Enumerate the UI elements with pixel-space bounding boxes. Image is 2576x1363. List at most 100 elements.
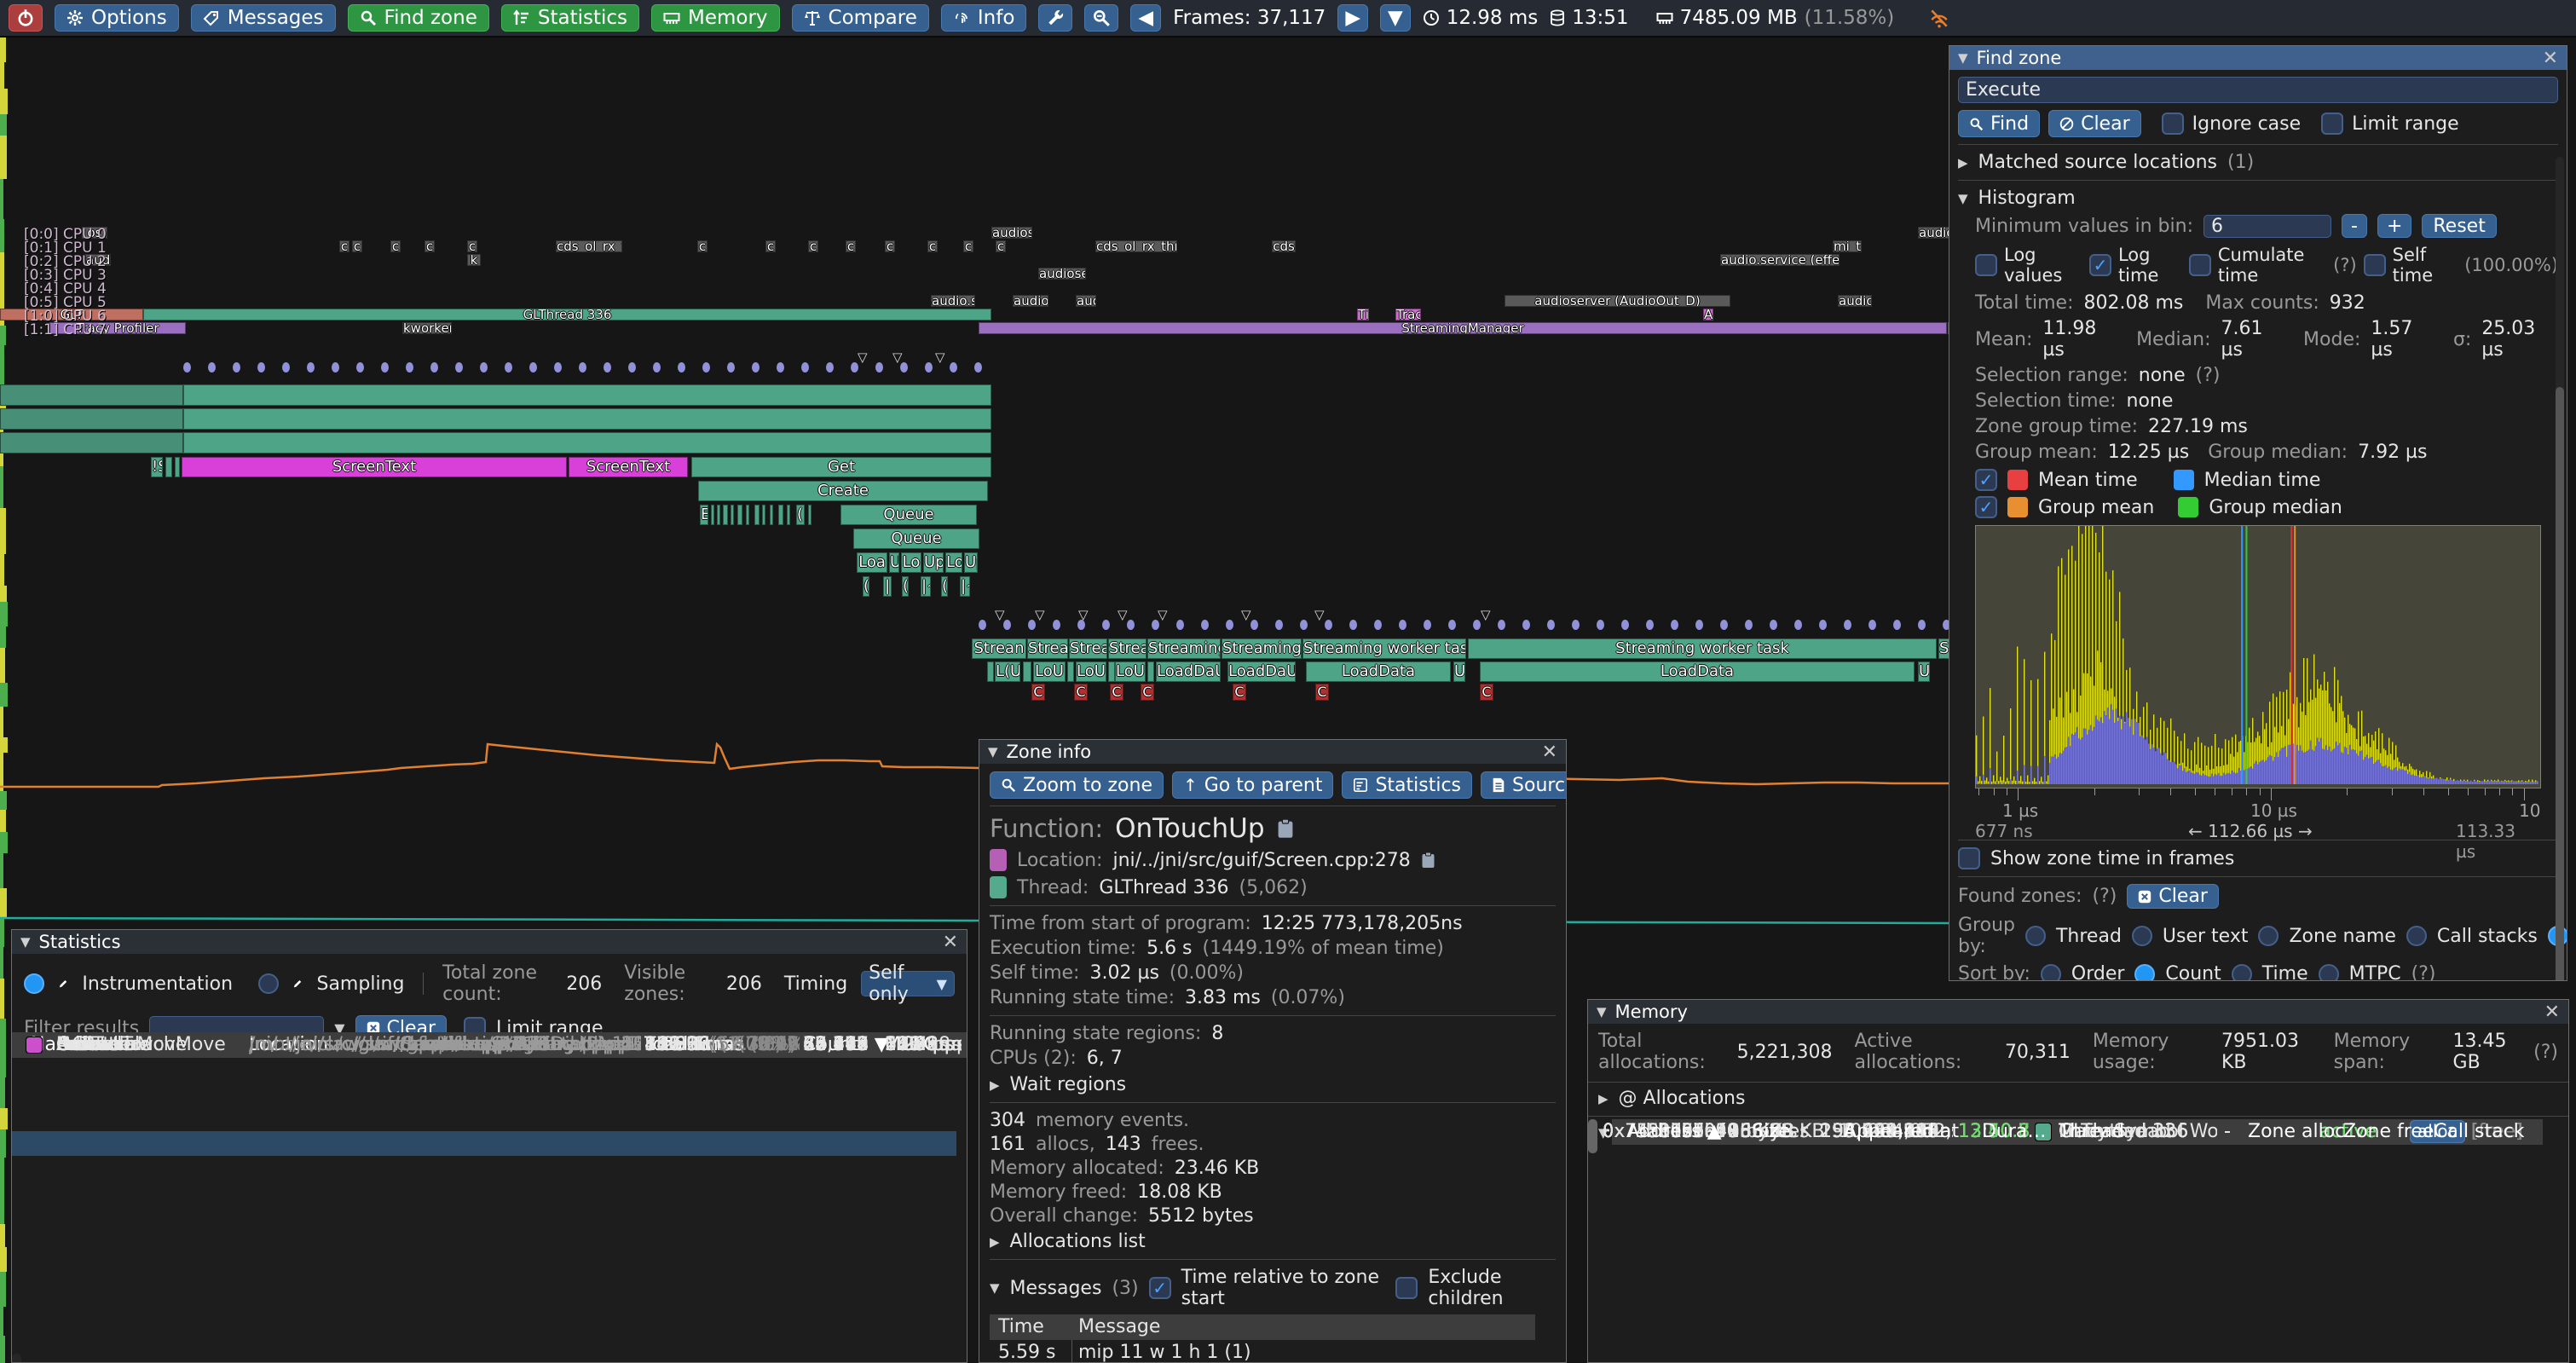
cpu-zone[interactable]: audio xyxy=(1838,295,1872,307)
frame-bar[interactable] xyxy=(0,1057,6,1077)
options-button[interactable]: Options xyxy=(55,4,179,32)
sample-dot[interactable] xyxy=(1522,620,1530,630)
cpu-zone[interactable]: aud xyxy=(1076,295,1096,307)
sample-dot[interactable] xyxy=(579,362,586,373)
expand-icon[interactable]: ▶ xyxy=(990,1234,1000,1250)
sample-dot[interactable] xyxy=(851,362,858,373)
messages-col-time[interactable]: Time xyxy=(998,1314,1044,1340)
context-switch-marker[interactable]: ▽ xyxy=(1118,607,1128,622)
allocation-row[interactable]: 0x74a9d37040186.35 KB295,999,844ns13:50.… xyxy=(1588,1153,2519,1178)
collapse-icon[interactable]: ▼ xyxy=(990,1280,1000,1296)
cpu-zone[interactable]: Ti xyxy=(1357,309,1369,321)
cpu-zone[interactable]: audio. xyxy=(1013,295,1048,307)
zone[interactable]: Up xyxy=(964,552,978,573)
zoom-tool-button[interactable] xyxy=(1084,4,1118,32)
frame-bar[interactable] xyxy=(0,1336,5,1363)
statistics-titlebar[interactable]: ▼Statistics✕ xyxy=(12,930,967,954)
zone[interactable] xyxy=(1147,661,1154,682)
cpu-zone[interactable]: mi_t xyxy=(1833,240,1862,252)
frame-bar[interactable] xyxy=(0,1210,4,1224)
close-icon[interactable]: ✕ xyxy=(2543,48,2558,69)
sample-dot[interactable] xyxy=(678,362,685,373)
zone[interactable]: Strear xyxy=(1027,638,1068,659)
sample-dot[interactable] xyxy=(233,362,240,373)
collapse-icon[interactable]: ▼ xyxy=(1958,191,1968,206)
group-by-radio-user-text[interactable] xyxy=(2132,926,2152,946)
sort-by-radio-time[interactable] xyxy=(2232,964,2252,982)
bin-reset-button[interactable]: Reset xyxy=(2422,214,2496,238)
cpu-zone[interactable]: k xyxy=(467,254,481,266)
sample-dot[interactable] xyxy=(1448,620,1456,630)
log-values-checkbox[interactable] xyxy=(1975,254,1997,276)
allocation-row[interactable]: 0x7553b9fa9016 bytes153,722,396ns13:50.8… xyxy=(1588,1326,2519,1351)
frame-bar[interactable] xyxy=(0,683,8,707)
context-switch-marker[interactable]: ▽ xyxy=(1158,607,1168,622)
scrollbar-track[interactable] xyxy=(2556,157,2564,977)
zone[interactable]: Streaming xyxy=(1147,638,1221,659)
zone[interactable] xyxy=(731,505,734,525)
sort-by-radio-order[interactable] xyxy=(2041,964,2061,982)
find-zone-button[interactable]: Find zone xyxy=(348,4,489,32)
frame-bar[interactable] xyxy=(0,38,6,62)
group-by-radio-thread[interactable] xyxy=(2025,926,2046,946)
memory-titlebar[interactable]: ▼Memory✕ xyxy=(1588,1000,2568,1024)
frame-bar[interactable] xyxy=(0,1108,8,1129)
context-switch-marker[interactable]: ▽ xyxy=(1314,607,1325,622)
copy-icon[interactable] xyxy=(1277,818,1294,839)
zone[interactable] xyxy=(778,505,783,525)
sample-dot[interactable] xyxy=(1201,620,1209,630)
sample-dot[interactable] xyxy=(430,362,438,373)
zone[interactable]: LoadData xyxy=(1306,661,1451,682)
sample-dot[interactable] xyxy=(1028,620,1036,630)
sample-dot[interactable] xyxy=(1053,620,1060,630)
zone[interactable]: C xyxy=(1110,684,1123,701)
sample-dot[interactable] xyxy=(1844,620,1851,630)
cpu-zone[interactable]: c xyxy=(390,240,401,252)
frame-bar[interactable] xyxy=(0,136,7,179)
zone[interactable]: C xyxy=(1315,684,1329,701)
prev-frame-button[interactable]: ◀ xyxy=(1130,4,1161,32)
table-row[interactable]: Createjni/../jni/src/guif/Control.cpp:17… xyxy=(12,1205,956,1230)
zone[interactable]: Loa xyxy=(857,552,887,573)
zone[interactable]: LoadDaU xyxy=(1156,661,1221,682)
zone[interactable] xyxy=(0,384,183,406)
zone[interactable] xyxy=(175,457,180,477)
zone[interactable]: !S xyxy=(151,457,163,477)
frame-bar[interactable] xyxy=(0,1272,6,1307)
cpu-zone[interactable]: c xyxy=(885,240,895,252)
cpu-zone[interactable]: c xyxy=(697,240,708,252)
sample-dot[interactable] xyxy=(604,362,611,373)
tools-button[interactable] xyxy=(1038,4,1072,32)
collapse-icon[interactable]: ▼ xyxy=(20,934,31,950)
sample-dot[interactable] xyxy=(875,362,883,373)
sample-dot[interactable] xyxy=(974,362,982,373)
frame-bar[interactable] xyxy=(0,345,4,378)
cpu-zone[interactable]: cds xyxy=(1272,240,1296,252)
zone-statistics-button[interactable]: Statistics xyxy=(1342,771,1472,799)
frame-bar[interactable] xyxy=(0,586,7,602)
log-time-checkbox[interactable] xyxy=(2089,254,2111,276)
expand-icon[interactable]: ▶ xyxy=(1598,1091,1609,1106)
zone[interactable] xyxy=(717,505,720,525)
zone[interactable]: U xyxy=(889,552,899,573)
sample-dot[interactable] xyxy=(554,362,562,373)
zone[interactable]: Queue xyxy=(840,505,977,525)
messages-button[interactable]: Messages xyxy=(191,4,336,32)
sample-dot[interactable] xyxy=(1275,620,1283,630)
sample-dot[interactable] xyxy=(529,362,537,373)
sample-dot[interactable] xyxy=(1300,620,1308,630)
mean-time-checkbox[interactable] xyxy=(1975,469,1997,491)
context-switch-marker[interactable]: ▽ xyxy=(1481,607,1491,622)
zone[interactable]: LoadData xyxy=(1480,661,1915,682)
zone[interactable]: C xyxy=(1480,684,1493,701)
column-header[interactable]: Address ▲ xyxy=(1626,1119,1722,1145)
frame-bar[interactable] xyxy=(0,466,3,508)
table-row[interactable]: AddTreejni/../jni/src/guif/Control.cpp:6… xyxy=(12,1181,956,1205)
zone[interactable]: ( xyxy=(863,576,869,597)
expand-icon[interactable]: ▶ xyxy=(1958,155,1968,170)
cpu-zone[interactable]: audioserver (AudioOut_D) xyxy=(1505,295,1730,307)
min-bin-input[interactable] xyxy=(2203,215,2331,238)
scrollbar-track[interactable] xyxy=(12,1354,21,1363)
message-row[interactable]: 5.59 smip 11 w 1 h 1 (1) xyxy=(990,1340,1535,1363)
frame-bar[interactable] xyxy=(0,252,4,287)
